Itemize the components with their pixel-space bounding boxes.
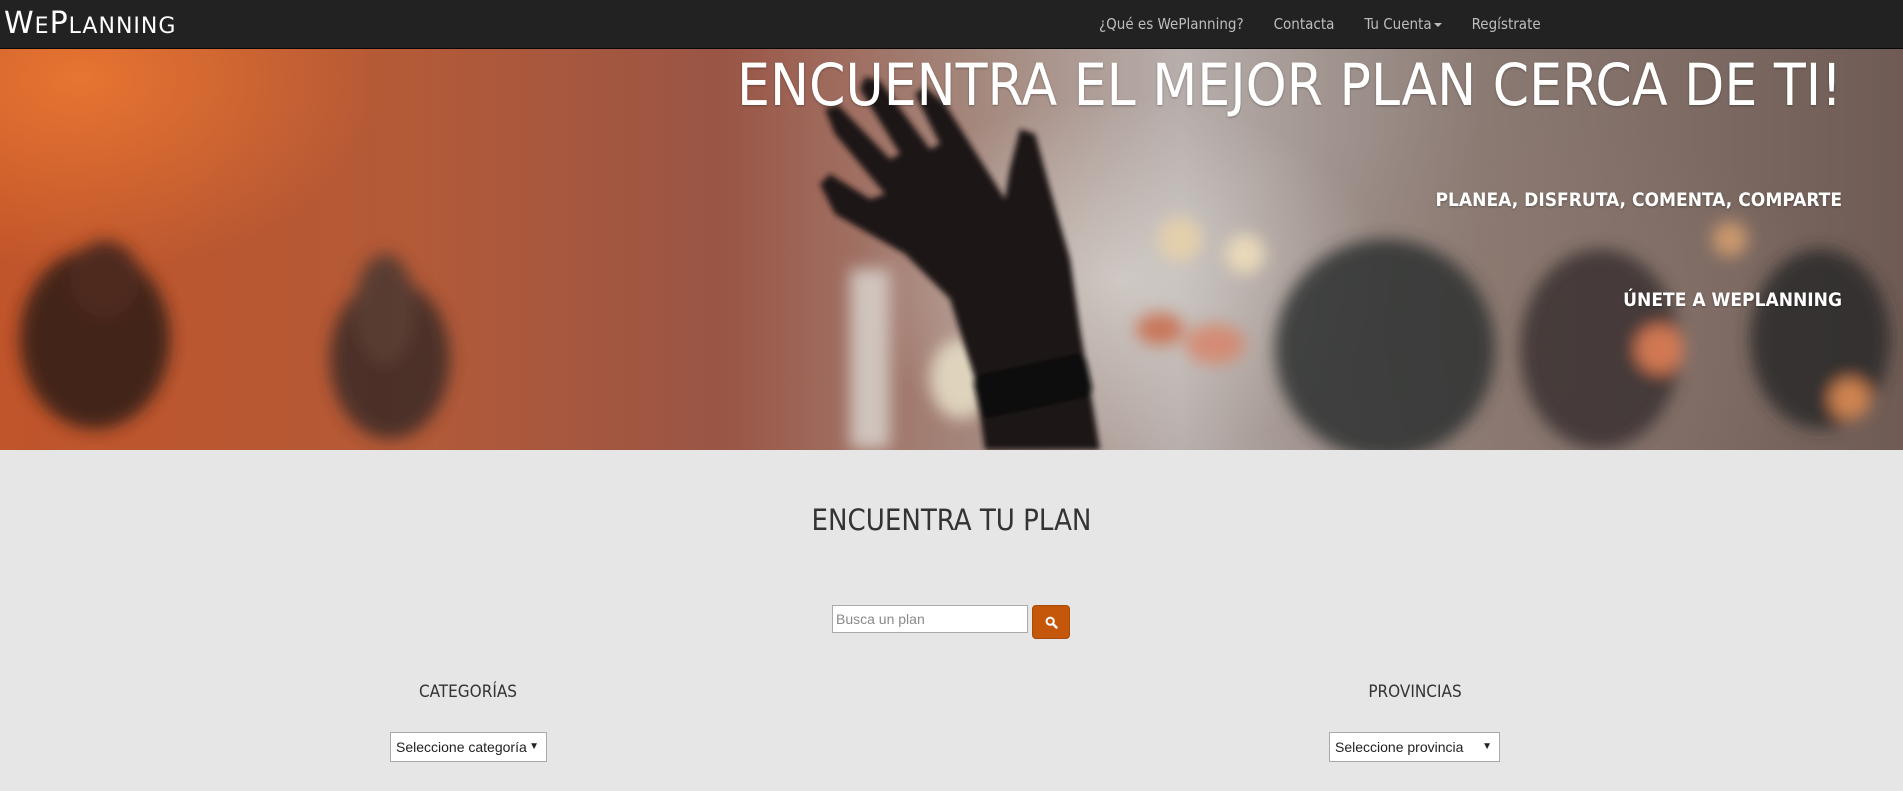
hero-title: Encuentra el mejor plan cerca de ti! bbox=[737, 51, 1842, 119]
main-content: Encuentra tu plan Categorías Seleccione … bbox=[0, 450, 1903, 791]
nav-links: ¿Qué es WePlanning? Contacta Tu Cuenta R… bbox=[1084, 0, 1556, 49]
nav-link-que-es[interactable]: ¿Qué es WePlanning? bbox=[1084, 0, 1259, 49]
navbar: WEPLANNING ¿Qué es WePlanning? Contacta … bbox=[0, 0, 1903, 49]
nav-dropdown-tu-cuenta[interactable]: Tu Cuenta bbox=[1349, 0, 1456, 49]
provinces-label: Provincias bbox=[1368, 682, 1462, 702]
brand-letter: E bbox=[34, 14, 50, 39]
search-button[interactable] bbox=[1032, 605, 1070, 639]
brand-letter: P bbox=[49, 6, 69, 41]
brand-logo[interactable]: WEPLANNING bbox=[4, 6, 176, 46]
join-link[interactable]: Únete a WePlanning bbox=[1623, 289, 1842, 311]
dropdown-arrow-icon: ▼ bbox=[1482, 741, 1492, 752]
nav-link-registrate[interactable]: Regístrate bbox=[1457, 0, 1556, 49]
category-select-value: Seleccione categoría bbox=[396, 739, 527, 755]
hero-banner: Encuentra el mejor plan cerca de ti! Pla… bbox=[0, 49, 1903, 450]
nav-link-contacta[interactable]: Contacta bbox=[1259, 0, 1350, 49]
province-select[interactable]: Seleccione provincia ▼ bbox=[1329, 732, 1500, 762]
category-select[interactable]: Seleccione categoría ▼ bbox=[390, 732, 547, 762]
hero-subtitle: Planea, disfruta, comenta, comparte bbox=[1435, 189, 1842, 211]
brand-letter: LANNING bbox=[68, 14, 177, 39]
categories-label: Categorías bbox=[418, 682, 517, 702]
section-title: Encuentra tu plan bbox=[811, 503, 1092, 537]
search-icon bbox=[1045, 616, 1058, 629]
dropdown-arrow-icon: ▼ bbox=[529, 741, 539, 752]
caret-down-icon bbox=[1433, 22, 1442, 27]
nav-dropdown-label: Tu Cuenta bbox=[1364, 15, 1432, 33]
search-input[interactable] bbox=[832, 605, 1028, 633]
brand-letter: W bbox=[4, 6, 35, 41]
province-select-value: Seleccione provincia bbox=[1335, 739, 1464, 755]
